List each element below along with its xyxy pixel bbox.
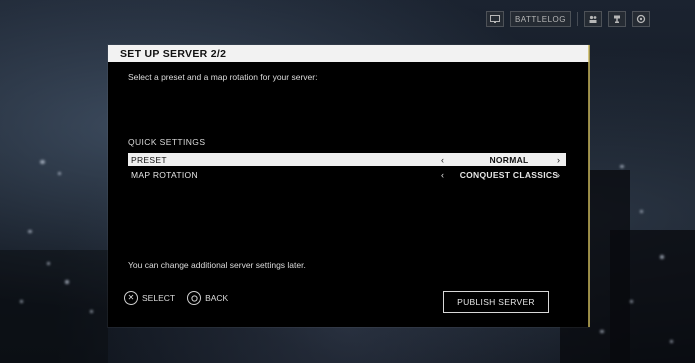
preset-value: NORMAL bbox=[489, 154, 529, 165]
section-title: QUICK SETTINGS bbox=[128, 137, 206, 147]
battlelog-button[interactable]: BATTLELOG bbox=[509, 11, 571, 27]
map-rotation-row[interactable]: MAP ROTATION ‹ CONQUEST CLASSICS › bbox=[128, 168, 566, 181]
settings-note: You can change additional server setting… bbox=[128, 260, 306, 270]
trophy-icon[interactable] bbox=[608, 11, 626, 27]
back-hint[interactable]: BACK bbox=[187, 291, 228, 305]
publish-server-button[interactable]: PUBLISH SERVER bbox=[443, 291, 549, 313]
chevron-right-icon[interactable]: › bbox=[557, 155, 560, 165]
dialog-intro: Select a preset and a map rotation for y… bbox=[128, 72, 318, 82]
cross-button-icon: ✕ bbox=[124, 291, 138, 305]
settings-icon[interactable] bbox=[632, 11, 650, 27]
chevron-right-icon[interactable]: › bbox=[557, 170, 560, 180]
divider bbox=[577, 12, 578, 26]
dialog-title: SET UP SERVER 2/2 bbox=[108, 45, 589, 62]
friends-icon[interactable] bbox=[584, 11, 602, 27]
server-setup-dialog: SET UP SERVER 2/2 Select a preset and a … bbox=[108, 45, 590, 327]
chevron-left-icon[interactable]: ‹ bbox=[441, 170, 444, 180]
circle-button-icon bbox=[187, 291, 202, 305]
battlelog-bar: BATTLELOG bbox=[485, 11, 650, 27]
select-label: SELECT bbox=[142, 293, 176, 303]
select-hint[interactable]: ✕ SELECT bbox=[124, 291, 175, 305]
map-rotation-value: CONQUEST CLASSICS bbox=[459, 169, 559, 180]
screen-icon[interactable] bbox=[485, 11, 504, 27]
back-label: BACK bbox=[205, 293, 229, 303]
controller-hints: ✕ SELECT BACK bbox=[124, 291, 228, 305]
chevron-left-icon[interactable]: ‹ bbox=[441, 155, 444, 165]
preset-row[interactable]: PRESET ‹ NORMAL › bbox=[128, 153, 566, 166]
